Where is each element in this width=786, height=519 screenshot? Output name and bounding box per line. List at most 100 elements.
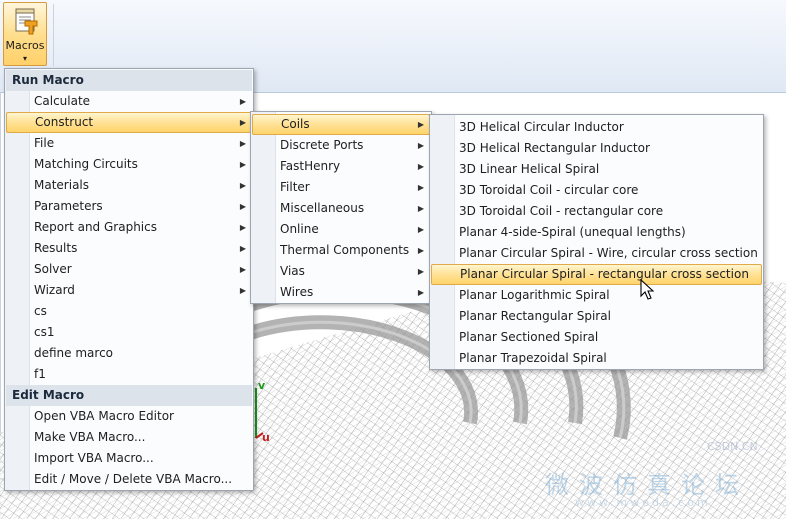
submenu-arrow-icon: ▶ xyxy=(239,160,246,169)
macros-menu-item-f1[interactable]: f1 xyxy=(6,364,252,385)
macros-menu-item-matching-circuits[interactable]: Matching Circuits ▶ xyxy=(6,154,252,175)
macros-menu-item-cs1[interactable]: cs1 xyxy=(6,322,252,343)
macros-menu-item-results[interactable]: Results ▶ xyxy=(6,238,252,259)
construct-item-fasthenry[interactable]: FastHenry ▶ xyxy=(252,156,430,177)
menu-item-label: Materials xyxy=(34,178,90,192)
submenu-arrow-icon: ▶ xyxy=(417,120,424,129)
submenu-arrow-icon: ▶ xyxy=(239,202,246,211)
menu-item-label: Open VBA Macro Editor xyxy=(34,409,174,423)
macros-menu-item-open-vba-macro-editor[interactable]: Open VBA Macro Editor xyxy=(6,406,252,427)
macros-menu-item-solver[interactable]: Solver ▶ xyxy=(6,259,252,280)
macros-menu-item-report-and-graphics[interactable]: Report and Graphics ▶ xyxy=(6,217,252,238)
axis-v-label: v xyxy=(258,379,266,392)
submenu-arrow-icon: ▶ xyxy=(417,246,424,255)
submenu-arrow-icon: ▶ xyxy=(417,225,424,234)
menu-item-label: Planar 4-side-Spiral (unequal lengths) xyxy=(459,225,686,239)
macros-menu-item-make-vba-macro[interactable]: Make VBA Macro... xyxy=(6,427,252,448)
menu-item-label: Wizard xyxy=(34,283,75,297)
macros-menu-item-wizard[interactable]: Wizard ▶ xyxy=(6,280,252,301)
menu-item-label: Planar Logarithmic Spiral xyxy=(459,288,610,302)
macros-menu-item-define-marco[interactable]: define marco xyxy=(6,343,252,364)
menu-item-label: Import VBA Macro... xyxy=(34,451,154,465)
menu-item-label: Miscellaneous xyxy=(280,201,365,215)
menu-item-label: File xyxy=(34,136,55,150)
coils-item-planar-logarithmic-spiral[interactable]: Planar Logarithmic Spiral xyxy=(431,285,762,306)
macros-menu-item-materials[interactable]: Materials ▶ xyxy=(6,175,252,196)
menu-item-label: Results xyxy=(34,241,78,255)
submenu-arrow-icon: ▶ xyxy=(239,181,246,190)
submenu-arrow-icon: ▶ xyxy=(239,139,246,148)
chevron-down-icon: ▾ xyxy=(22,54,27,63)
menu-item-label: 3D Linear Helical Spiral xyxy=(459,162,600,176)
coils-item-planar-4-side-spiral-unequal-lengths[interactable]: Planar 4-side-Spiral (unequal lengths) xyxy=(431,222,762,243)
construct-item-vias[interactable]: Vias ▶ xyxy=(252,261,430,282)
macros-menu-item-cs[interactable]: cs xyxy=(6,301,252,322)
construct-submenu: Coils ▶ Discrete Ports ▶ FastHenry ▶ Filter ▶ Mi… xyxy=(250,111,432,304)
coils-item-planar-sectioned-spiral[interactable]: Planar Sectioned Spiral xyxy=(431,327,762,348)
submenu-arrow-icon: ▶ xyxy=(239,97,246,106)
submenu-arrow-icon: ▶ xyxy=(417,288,424,297)
coils-item-3d-toroidal-coil-rectangular-core[interactable]: 3D Toroidal Coil - rectangular core xyxy=(431,201,762,222)
menu-item-label: Matching Circuits xyxy=(34,157,138,171)
menu-item-label: 3D Helical Circular Inductor xyxy=(459,120,624,134)
menu-item-label: Solver xyxy=(34,262,72,276)
menu-item-label: 3D Toroidal Coil - circular core xyxy=(459,183,639,197)
menu-item-label: Planar Trapezoidal Spiral xyxy=(459,351,607,365)
ribbon-separator xyxy=(53,4,54,66)
coils-item-planar-circular-spiral-wire-circular-cross-section[interactable]: Planar Circular Spiral - Wire, circular … xyxy=(431,243,762,264)
submenu-arrow-icon: ▶ xyxy=(417,141,424,150)
macros-menu-item-construct[interactable]: Construct ▶ xyxy=(6,112,252,133)
submenu-arrow-icon: ▶ xyxy=(417,162,424,171)
submenu-arrow-icon: ▶ xyxy=(239,223,246,232)
submenu-arrow-icon: ▶ xyxy=(417,204,424,213)
menu-item-label: cs xyxy=(34,304,47,318)
submenu-arrow-icon: ▶ xyxy=(417,267,424,276)
construct-item-discrete-ports[interactable]: Discrete Ports ▶ xyxy=(252,135,430,156)
edit-macro-header: Edit Macro xyxy=(6,385,252,406)
menu-item-label: Coils xyxy=(281,117,310,131)
menu-item-label: Parameters xyxy=(34,199,103,213)
macros-dropdown-menu: Run Macro Calculate ▶ Construct ▶ File ▶ Match… xyxy=(4,68,254,491)
menu-item-label: Construct xyxy=(35,115,94,129)
menu-item-label: Discrete Ports xyxy=(280,138,364,152)
macros-menu-item-calculate[interactable]: Calculate ▶ xyxy=(6,91,252,112)
menu-item-label: Report and Graphics xyxy=(34,220,157,234)
construct-item-coils[interactable]: Coils ▶ xyxy=(252,114,430,135)
menu-item-label: Make VBA Macro... xyxy=(34,430,146,444)
coils-item-planar-circular-spiral-rectangular-cross-section[interactable]: Planar Circular Spiral - rectangular cro… xyxy=(431,264,762,285)
menu-item-label: Thermal Components xyxy=(280,243,410,257)
macros-menu-item-edit-move-delete-vba-macro[interactable]: Edit / Move / Delete VBA Macro... xyxy=(6,469,252,490)
submenu-arrow-icon: ▶ xyxy=(239,244,246,253)
macros-menu-item-import-vba-macro[interactable]: Import VBA Macro... xyxy=(6,448,252,469)
macros-label: Macros xyxy=(5,39,45,52)
construct-item-online[interactable]: Online ▶ xyxy=(252,219,430,240)
coils-item-3d-helical-rectangular-inductor[interactable]: 3D Helical Rectangular Inductor xyxy=(431,138,762,159)
coils-item-planar-trapezoidal-spiral[interactable]: Planar Trapezoidal Spiral xyxy=(431,348,762,369)
macros-button[interactable]: Macros ▾ xyxy=(3,2,47,66)
run-macro-header: Run Macro xyxy=(6,70,252,91)
submenu-arrow-icon: ▶ xyxy=(417,183,424,192)
menu-item-label: define marco xyxy=(34,346,114,360)
menu-item-label: Planar Circular Spiral - rectangular cro… xyxy=(460,267,749,281)
menu-item-label: Calculate xyxy=(34,94,91,108)
construct-item-thermal-components[interactable]: Thermal Components ▶ xyxy=(252,240,430,261)
menu-item-label: Filter xyxy=(280,180,310,194)
macros-menu-item-file[interactable]: File ▶ xyxy=(6,133,252,154)
coils-item-3d-linear-helical-spiral[interactable]: 3D Linear Helical Spiral xyxy=(431,159,762,180)
coils-item-3d-helical-circular-inductor[interactable]: 3D Helical Circular Inductor xyxy=(431,117,762,138)
construct-item-miscellaneous[interactable]: Miscellaneous ▶ xyxy=(252,198,430,219)
construct-item-wires[interactable]: Wires ▶ xyxy=(252,282,430,303)
construct-item-filter[interactable]: Filter ▶ xyxy=(252,177,430,198)
menu-item-label: Planar Circular Spiral - Wire, circular … xyxy=(459,246,758,260)
submenu-arrow-icon: ▶ xyxy=(239,265,246,274)
coils-item-planar-rectangular-spiral[interactable]: Planar Rectangular Spiral xyxy=(431,306,762,327)
menu-item-label: Vias xyxy=(280,264,305,278)
macros-menu-item-parameters[interactable]: Parameters ▶ xyxy=(6,196,252,217)
macro-scroll-icon xyxy=(15,8,38,35)
menu-item-label: f1 xyxy=(34,367,46,381)
coils-submenu: 3D Helical Circular Inductor 3D Helical R… xyxy=(429,114,764,370)
coils-item-3d-toroidal-coil-circular-core[interactable]: 3D Toroidal Coil - circular core xyxy=(431,180,762,201)
menu-item-label: Planar Rectangular Spiral xyxy=(459,309,611,323)
menu-item-label: 3D Helical Rectangular Inductor xyxy=(459,141,650,155)
mouse-cursor-icon xyxy=(640,279,654,300)
